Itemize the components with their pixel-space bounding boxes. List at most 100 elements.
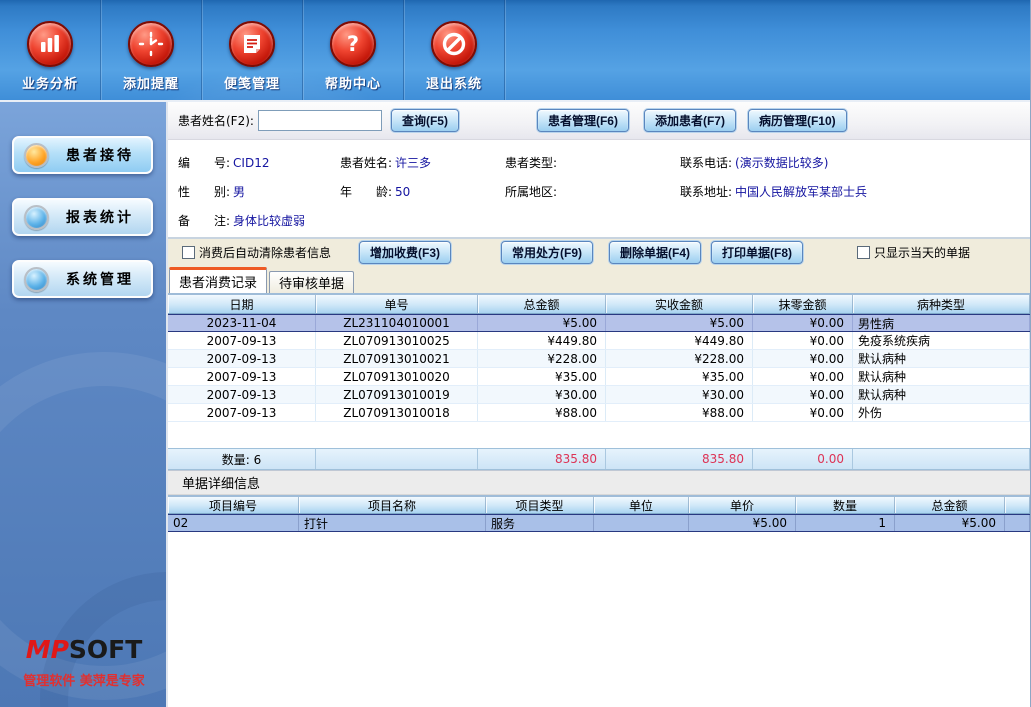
sidebar-item-label: 报表统计 bbox=[66, 207, 134, 227]
col-header-date[interactable]: 日期 bbox=[168, 295, 316, 313]
patient-phone-label: 联系电话: bbox=[680, 156, 732, 170]
cell-rounding: ¥0.00 bbox=[753, 386, 853, 403]
records-tab-bar: 患者消费记录 待审核单据 bbox=[168, 266, 1030, 293]
cell-order-no: ZL070913010021 bbox=[316, 350, 478, 367]
col-header-amount[interactable]: 总金额 bbox=[895, 497, 1005, 513]
detail-quantity: 1 bbox=[796, 515, 895, 531]
toolbar-item-label: 帮助中心 bbox=[325, 73, 381, 92]
cell-order-no: ZL070913010018 bbox=[316, 404, 478, 421]
add-patient-button[interactable]: 添加患者(F7) bbox=[644, 109, 736, 132]
table-row[interactable]: 2007-09-13 ZL070913010018 ¥88.00 ¥88.00 … bbox=[168, 404, 1030, 422]
sidebar-nav: 患者接待 报表统计 系统管理 bbox=[0, 102, 166, 298]
clock-icon bbox=[128, 21, 174, 67]
top-toolbar: 业务分析 添加提醒 便笺管理 ? 帮助中心 退出系统 bbox=[0, 0, 1030, 102]
toolbar-item-label: 退出系统 bbox=[426, 73, 482, 92]
cell-rounding: ¥0.00 bbox=[753, 332, 853, 349]
patient-gender-value: 男 bbox=[233, 185, 245, 199]
cell-date: 2007-09-13 bbox=[168, 404, 316, 421]
table-row[interactable]: 2023-11-04 ZL231104010001 ¥5.00 ¥5.00 ¥0… bbox=[168, 314, 1030, 332]
content-panel: 患者姓名(F2): 查询(F5) 患者管理(F6) 添加患者(F7) 病历管理(… bbox=[168, 102, 1030, 707]
detail-table-row[interactable]: 02 打针 服务 ¥5.00 1 ¥5.00 bbox=[168, 514, 1030, 532]
col-header-item-name[interactable]: 项目名称 bbox=[299, 497, 486, 513]
mpsoft-logo: MPSOFT 管理软件 美萍是专家 bbox=[0, 635, 168, 689]
toolbar-add-reminder[interactable]: 添加提醒 bbox=[101, 0, 202, 100]
today-only-checkbox[interactable] bbox=[857, 246, 870, 259]
cell-order-no: ZL231104010001 bbox=[316, 315, 478, 331]
patient-id-label: 编 号: bbox=[178, 156, 230, 170]
detail-table-header: 项目编号 项目名称 项目类型 单位 单价 数量 总金额 bbox=[168, 495, 1030, 514]
toolbar-help-center[interactable]: ? 帮助中心 bbox=[303, 0, 404, 100]
table-row[interactable]: 2007-09-13 ZL070913010021 ¥228.00 ¥228.0… bbox=[168, 350, 1030, 368]
patient-id-value: CID12 bbox=[233, 156, 269, 170]
note-icon bbox=[229, 21, 275, 67]
cell-received: ¥449.80 bbox=[606, 332, 753, 349]
sidebar-item-patient-reception[interactable]: 患者接待 bbox=[12, 136, 153, 174]
detail-item-name: 打针 bbox=[299, 515, 486, 531]
common-prescription-button[interactable]: 常用处方(F9) bbox=[501, 241, 593, 264]
col-header-disease-type[interactable]: 病种类型 bbox=[853, 295, 1030, 313]
cell-disease: 默认病种 bbox=[853, 368, 1030, 385]
tab-pending-audit[interactable]: 待审核单据 bbox=[269, 271, 354, 293]
table-row[interactable]: 2007-09-13 ZL070913010020 ¥35.00 ¥35.00 … bbox=[168, 368, 1030, 386]
cell-total: ¥88.00 bbox=[478, 404, 606, 421]
col-header-unit-price[interactable]: 单价 bbox=[689, 497, 796, 513]
tab-consumption-records[interactable]: 患者消费记录 bbox=[169, 267, 267, 293]
cell-date: 2007-09-13 bbox=[168, 386, 316, 403]
col-header-item-id[interactable]: 项目编号 bbox=[168, 497, 299, 513]
toolbar-exit-system[interactable]: 退出系统 bbox=[404, 0, 505, 100]
patient-note-label: 备 注: bbox=[178, 214, 230, 228]
patient-manage-button[interactable]: 患者管理(F6) bbox=[537, 109, 629, 132]
query-button[interactable]: 查询(F5) bbox=[391, 109, 459, 132]
toolbar-business-analysis[interactable]: 业务分析 bbox=[0, 0, 101, 100]
sidebar: 患者接待 报表统计 系统管理 MPSOFT 管理软件 美萍是专家 bbox=[0, 102, 168, 707]
col-header-received[interactable]: 实收金额 bbox=[606, 295, 753, 313]
col-header-order-no[interactable]: 单号 bbox=[316, 295, 478, 313]
cell-disease: 免疫系统疾病 bbox=[853, 332, 1030, 349]
sidebar-item-report-statistics[interactable]: 报表统计 bbox=[12, 198, 153, 236]
cell-disease: 外伤 bbox=[853, 404, 1030, 421]
medical-records-button[interactable]: 病历管理(F10) bbox=[748, 109, 847, 132]
patient-name-input[interactable] bbox=[258, 110, 382, 131]
patient-name-value: 许三多 bbox=[395, 156, 431, 170]
question-icon: ? bbox=[330, 21, 376, 67]
auto-clear-label: 消费后自动清除患者信息 bbox=[199, 244, 331, 261]
patient-type-label: 患者类型: bbox=[505, 156, 557, 170]
sidebar-item-label: 系统管理 bbox=[66, 269, 134, 289]
logo-soft: SOFT bbox=[69, 635, 142, 664]
col-header-quantity[interactable]: 数量 bbox=[796, 497, 895, 513]
col-header-total[interactable]: 总金额 bbox=[478, 295, 606, 313]
bill-detail-title: 单据详细信息 bbox=[168, 470, 1030, 495]
cell-date: 2007-09-13 bbox=[168, 368, 316, 385]
patient-phone-value: (演示数据比较多) bbox=[735, 156, 828, 170]
cell-disease: 默认病种 bbox=[853, 350, 1030, 367]
detail-item-id: 02 bbox=[168, 515, 299, 531]
bar-chart-icon bbox=[27, 21, 73, 67]
bottom-empty-area bbox=[168, 532, 1030, 707]
cell-received: ¥30.00 bbox=[606, 386, 753, 403]
toolbar-notes-manage[interactable]: 便笺管理 bbox=[202, 0, 303, 100]
patient-region-label: 所属地区: bbox=[505, 185, 557, 199]
orb-icon bbox=[24, 267, 49, 292]
cell-total: ¥30.00 bbox=[478, 386, 606, 403]
add-fee-button[interactable]: 增加收费(F3) bbox=[359, 241, 451, 264]
patient-name-field-label: 患者姓名: bbox=[340, 156, 392, 170]
patient-address-value: 中国人民解放军某部士兵 bbox=[735, 185, 867, 199]
consumption-records-table: 日期 单号 总金额 实收金额 抹零金额 病种类型 2023-11-04 ZL23… bbox=[168, 293, 1030, 470]
logo-mp: MP bbox=[26, 635, 69, 664]
orb-icon bbox=[24, 205, 49, 230]
table-row[interactable]: 2007-09-13 ZL070913010019 ¥30.00 ¥30.00 … bbox=[168, 386, 1030, 404]
delete-bill-button[interactable]: 删除单据(F4) bbox=[609, 241, 701, 264]
col-header-item-type[interactable]: 项目类型 bbox=[486, 497, 594, 513]
detail-item-type: 服务 bbox=[486, 515, 594, 531]
table-row[interactable]: 2007-09-13 ZL070913010025 ¥449.80 ¥449.8… bbox=[168, 332, 1030, 350]
sidebar-item-system-management[interactable]: 系统管理 bbox=[12, 260, 153, 298]
toolbar-item-label: 便笺管理 bbox=[224, 73, 280, 92]
col-header-rounding[interactable]: 抹零金额 bbox=[753, 295, 853, 313]
table-empty-area bbox=[168, 422, 1030, 448]
auto-clear-checkbox[interactable] bbox=[182, 246, 195, 259]
col-header-unit[interactable]: 单位 bbox=[594, 497, 689, 513]
cell-rounding: ¥0.00 bbox=[753, 368, 853, 385]
print-bill-button[interactable]: 打印单据(F8) bbox=[711, 241, 803, 264]
cell-disease: 男性病 bbox=[853, 315, 1030, 331]
cell-rounding: ¥0.00 bbox=[753, 350, 853, 367]
